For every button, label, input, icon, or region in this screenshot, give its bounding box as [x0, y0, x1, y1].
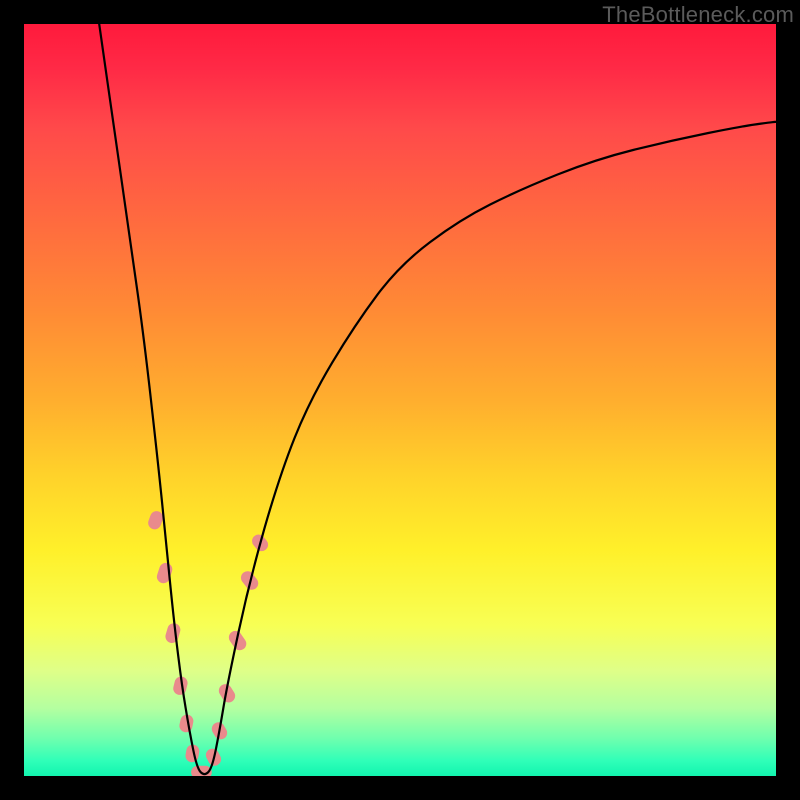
- data-marker: [155, 561, 174, 585]
- data-marker: [164, 622, 182, 645]
- watermark-text: TheBottleneck.com: [602, 2, 794, 28]
- chart-frame: [24, 24, 776, 776]
- bottleneck-curve: [99, 24, 776, 774]
- curve-layer: [24, 24, 776, 776]
- marker-group: [146, 509, 270, 776]
